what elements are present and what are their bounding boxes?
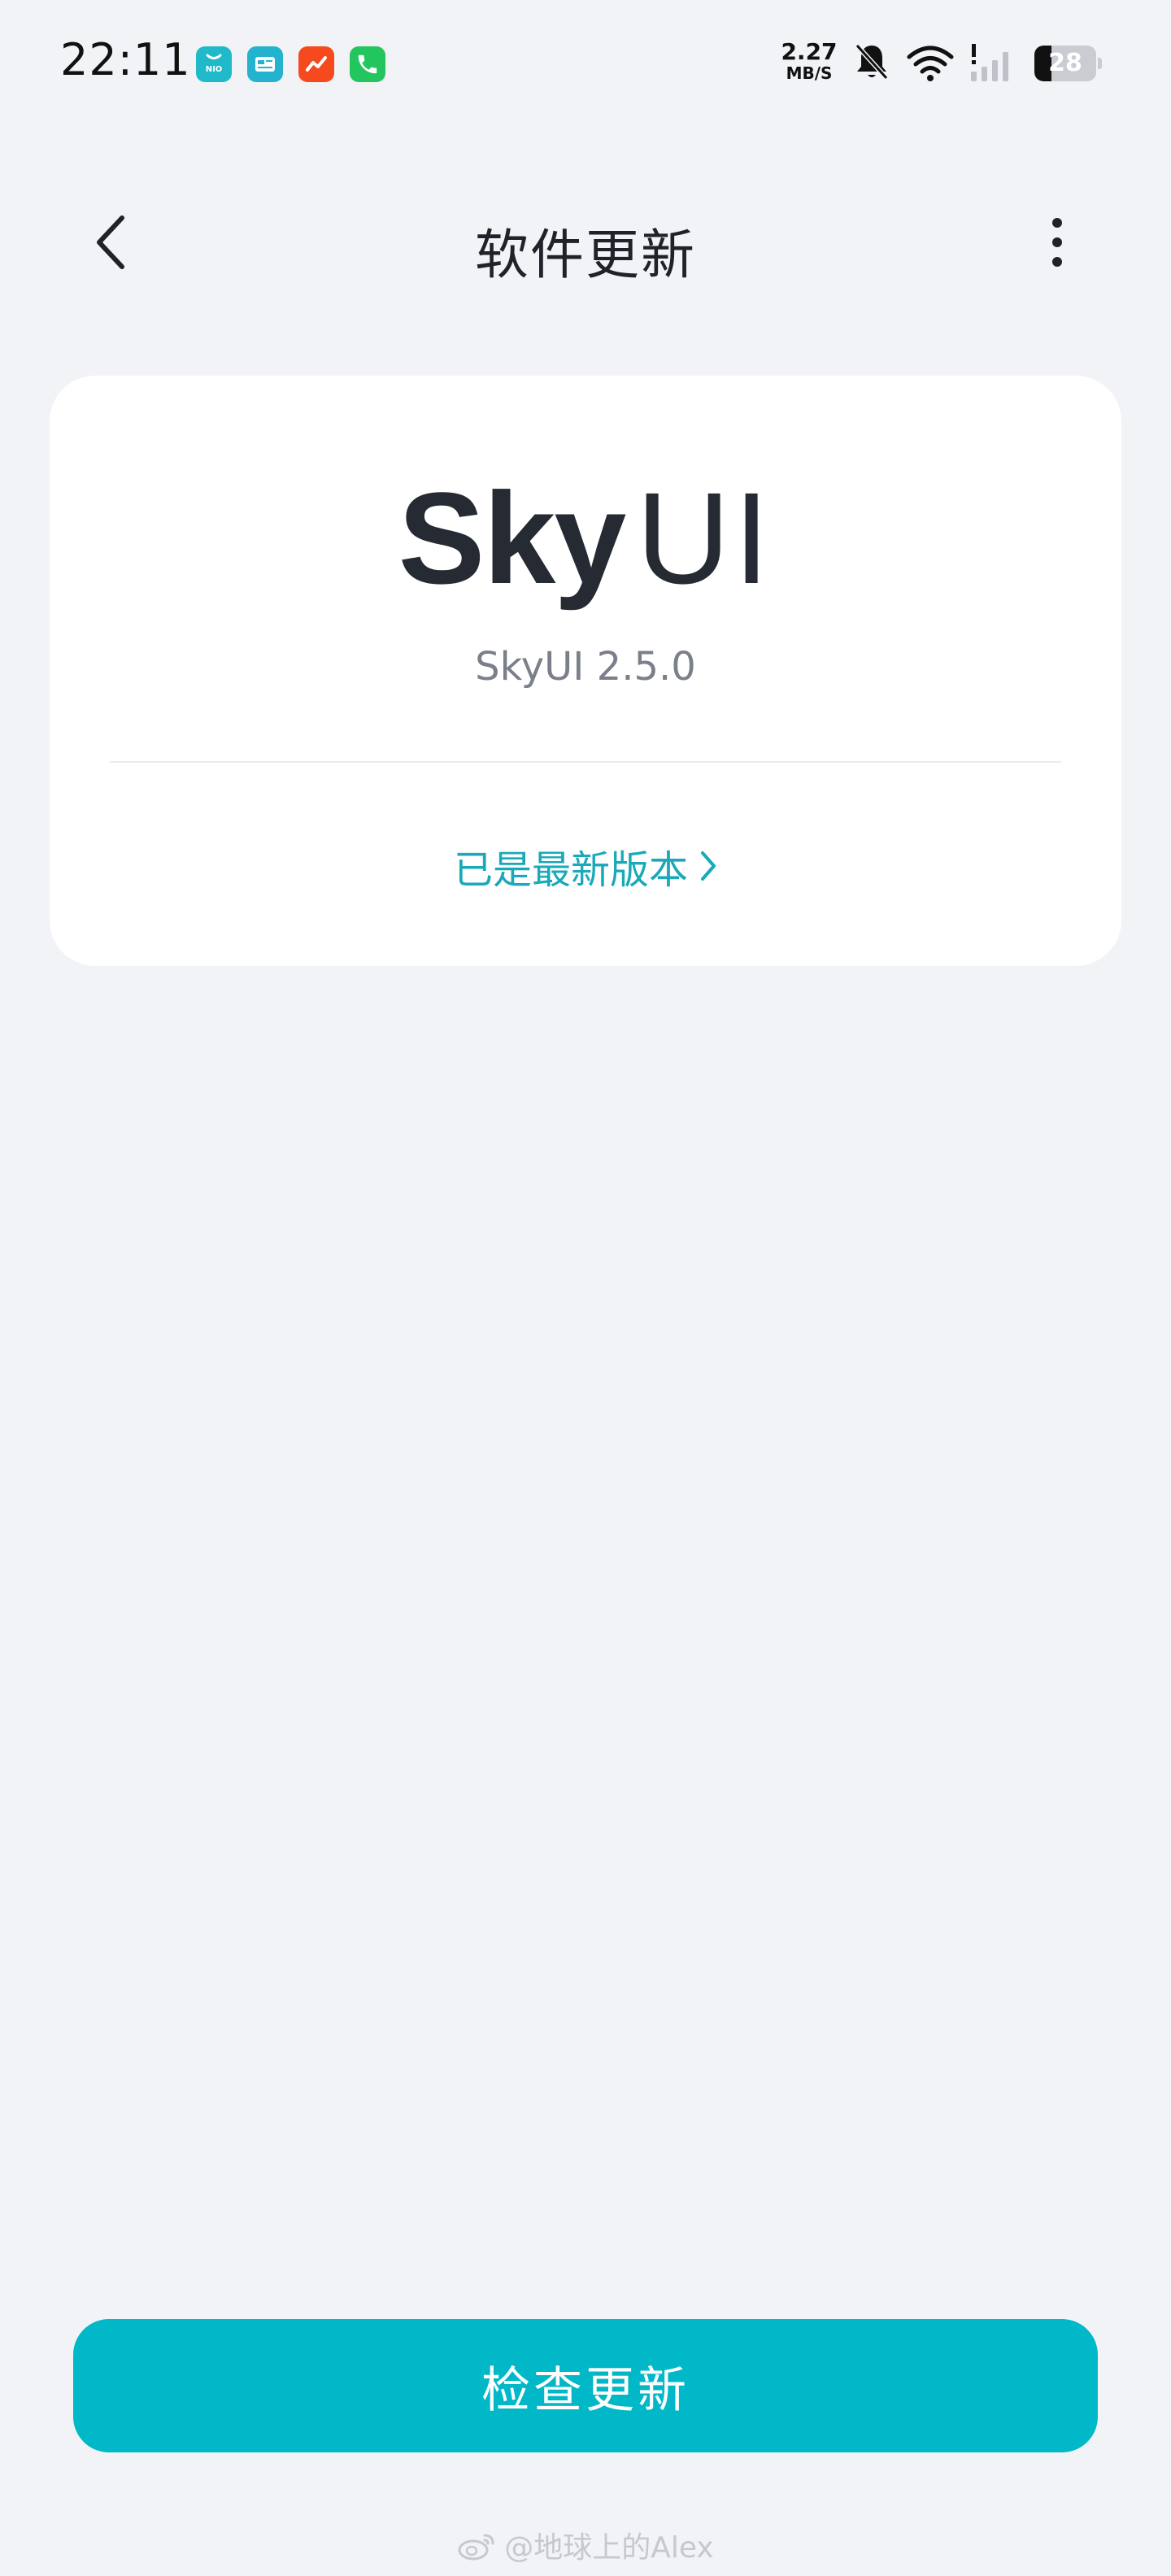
watermark-text: @地球上的Alex xyxy=(504,2531,714,2565)
stocks-app-icon xyxy=(298,46,334,82)
bell-muted-icon xyxy=(852,41,891,86)
weibo-icon xyxy=(457,2529,498,2561)
signal-icon xyxy=(969,41,1018,86)
logo-ui-text: UI xyxy=(636,465,773,611)
phone-app-icon xyxy=(350,46,385,82)
latest-version-label: 已是最新版本 xyxy=(453,847,688,893)
app-header: 软件更新 xyxy=(0,187,1171,293)
wifi-icon xyxy=(906,44,955,86)
nio-app-label: NIO xyxy=(206,65,223,74)
network-speed-unit: MB/S xyxy=(786,63,833,83)
more-options-button[interactable] xyxy=(1025,210,1090,275)
battery-icon: 28 xyxy=(1034,46,1102,81)
chevron-right-icon xyxy=(699,850,717,882)
more-vertical-icon xyxy=(1052,218,1062,267)
latest-version-link[interactable]: 已是最新版本 xyxy=(50,838,1121,894)
version-text: SkyUI 2.5.0 xyxy=(475,644,696,690)
network-speed-value: 2.27 xyxy=(781,38,838,65)
nio-app-icon: NIO xyxy=(196,46,232,82)
battery-level: 28 xyxy=(1048,49,1082,77)
status-bar: 22:11 NIO 2.27 MB/S 28 xyxy=(0,0,1171,130)
version-card: SkyUI SkyUI 2.5.0 已是最新版本 xyxy=(50,376,1121,966)
card-divider xyxy=(110,761,1061,763)
news-app-icon xyxy=(247,46,283,82)
watermark: @地球上的Alex xyxy=(0,2524,1171,2566)
status-time: 22:11 xyxy=(60,34,191,85)
skyui-logo: SkyUI xyxy=(50,473,1121,603)
check-update-button[interactable]: 检查更新 xyxy=(73,2319,1098,2452)
logo-sky-text: Sky xyxy=(398,465,627,611)
page-title: 软件更新 xyxy=(475,224,696,286)
network-speed: 2.27 MB/S xyxy=(781,38,838,83)
